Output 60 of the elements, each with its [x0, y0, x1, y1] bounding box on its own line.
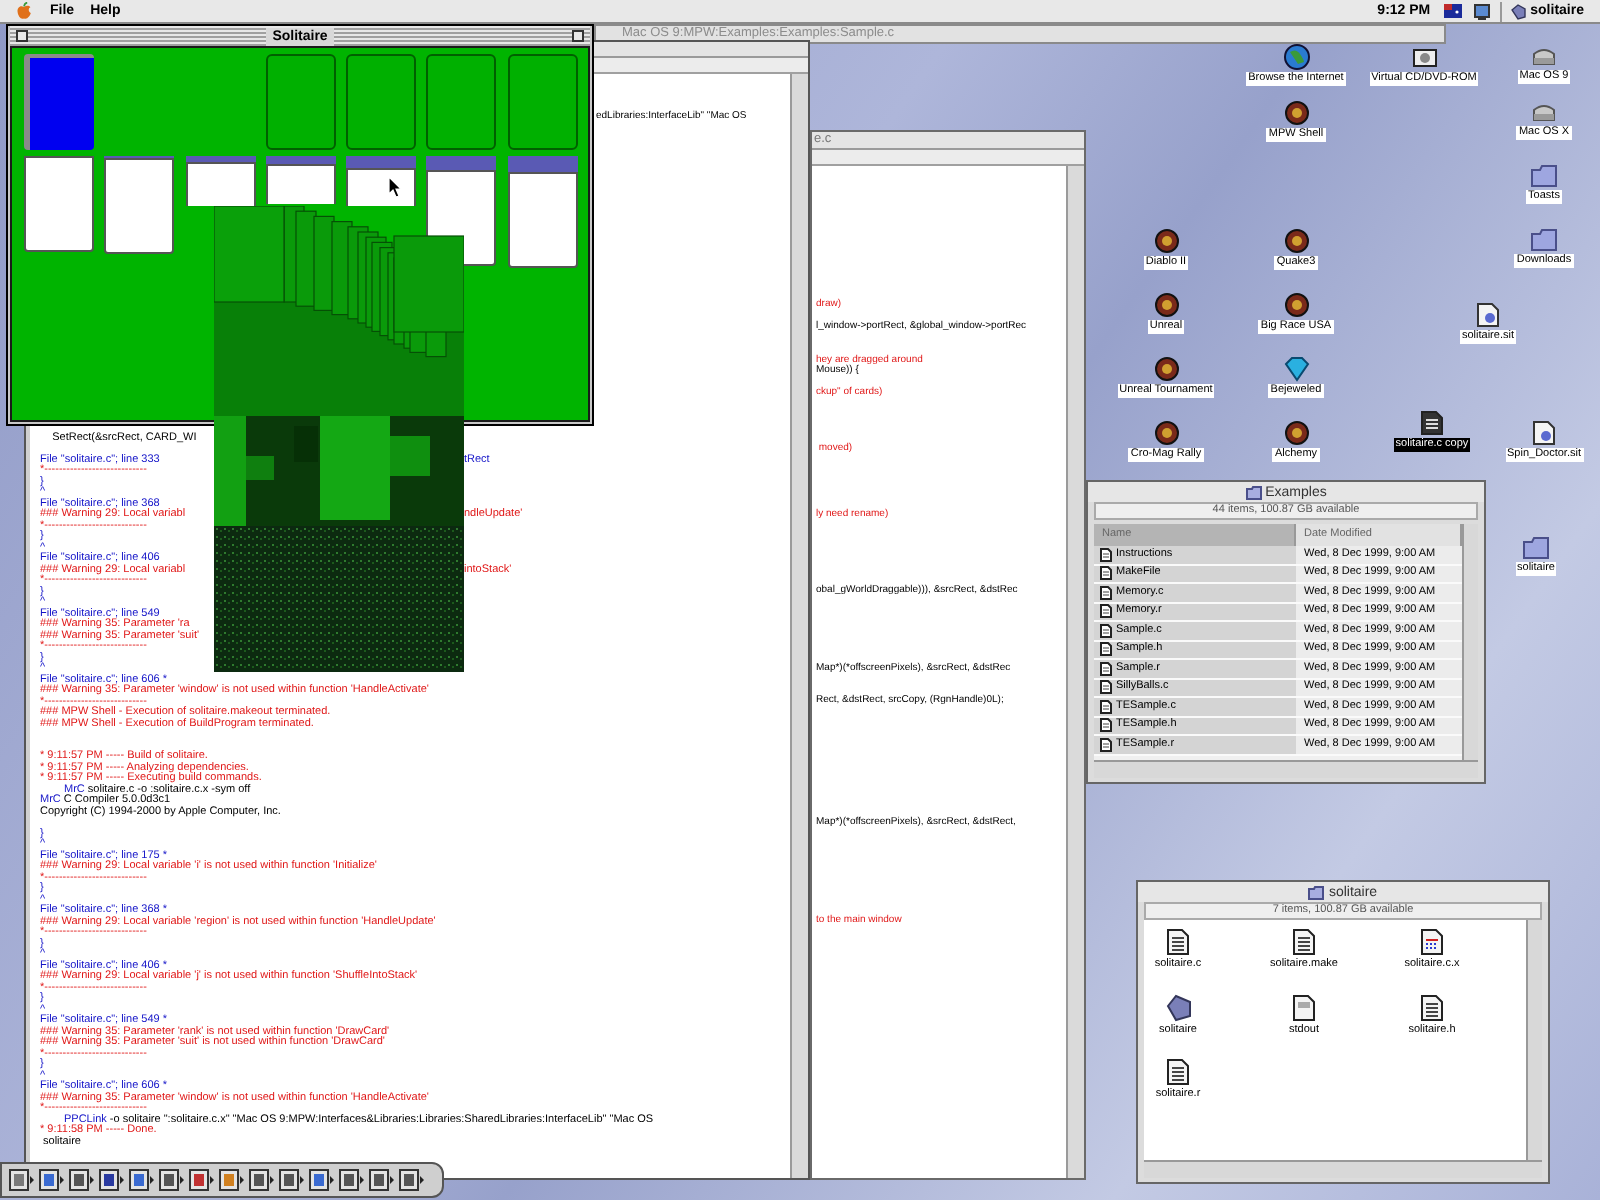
application-icon[interactable]: [1153, 356, 1179, 382]
panel-tile-icon[interactable]: [308, 1168, 336, 1192]
card[interactable]: [24, 156, 94, 252]
disc-drive-icon[interactable]: [1411, 44, 1437, 70]
folder-icon[interactable]: [1522, 536, 1550, 560]
application-icon: [1510, 3, 1527, 19]
hard-drive-icon[interactable]: [1530, 44, 1558, 68]
collapse-icon[interactable]: [572, 30, 584, 42]
globe-icon[interactable]: [1283, 44, 1309, 70]
panel-tile-icon[interactable]: [278, 1168, 306, 1192]
application-icon[interactable]: [1283, 228, 1309, 254]
card-slot[interactable]: [507, 54, 578, 150]
flag-icon[interactable]: [1444, 4, 1463, 18]
document-icon[interactable]: [1165, 1058, 1191, 1086]
application-icon[interactable]: [1153, 420, 1179, 446]
archive-icon[interactable]: [1532, 420, 1556, 446]
panel-tile-icon[interactable]: [158, 1168, 186, 1192]
document-icon[interactable]: [1291, 994, 1317, 1022]
pointer-icon: [388, 176, 402, 198]
scroll-bar[interactable]: [1462, 524, 1478, 760]
monitor-icon[interactable]: [1474, 3, 1491, 19]
card[interactable]: [185, 161, 256, 206]
card-slot[interactable]: [426, 54, 497, 150]
document-icon[interactable]: [1419, 928, 1445, 956]
panel-tile-icon[interactable]: [188, 1168, 216, 1192]
application-icon[interactable]: [1283, 100, 1309, 126]
panel-tile-icon[interactable]: [128, 1168, 156, 1192]
panel-tile-icon[interactable]: [368, 1168, 396, 1192]
application-icon[interactable]: [1153, 228, 1179, 254]
folder-icon[interactable]: [1530, 228, 1558, 252]
panel-tile-icon[interactable]: [8, 1168, 36, 1192]
application-icon[interactable]: [1283, 420, 1309, 446]
document-icon[interactable]: [1419, 994, 1445, 1022]
hard-drive-icon[interactable]: [1530, 100, 1558, 124]
archive-icon[interactable]: [1476, 302, 1500, 328]
apple-icon[interactable]: [16, 2, 32, 20]
scroll-bar[interactable]: [1144, 1160, 1542, 1178]
application-icon[interactable]: [1153, 292, 1179, 318]
application-icon[interactable]: [1283, 292, 1309, 318]
panel-tile-icon[interactable]: [218, 1168, 246, 1192]
scroll-bar[interactable]: [1526, 920, 1542, 1160]
close-icon[interactable]: [16, 30, 28, 42]
folder-icon[interactable]: [1530, 164, 1558, 188]
scroll-bar[interactable]: [790, 74, 808, 1178]
document-icon[interactable]: [1291, 928, 1317, 956]
panel-tile-icon[interactable]: [38, 1168, 66, 1192]
panel-tile-icon[interactable]: [68, 1168, 96, 1192]
document-icon[interactable]: [1420, 410, 1444, 436]
card[interactable]: [104, 158, 175, 255]
document-icon[interactable]: [1165, 928, 1191, 956]
panel-tile-icon[interactable]: [98, 1168, 126, 1192]
scroll-bar[interactable]: [1094, 760, 1478, 778]
card[interactable]: [265, 164, 336, 205]
panel-tile-icon[interactable]: [338, 1168, 366, 1192]
card-slot[interactable]: [265, 54, 336, 150]
panel-tile-icon[interactable]: [248, 1168, 276, 1192]
scroll-bar[interactable]: [1066, 166, 1084, 1178]
card[interactable]: [507, 172, 578, 269]
panel-tile-icon[interactable]: [398, 1168, 426, 1192]
card-slot[interactable]: [346, 54, 417, 150]
